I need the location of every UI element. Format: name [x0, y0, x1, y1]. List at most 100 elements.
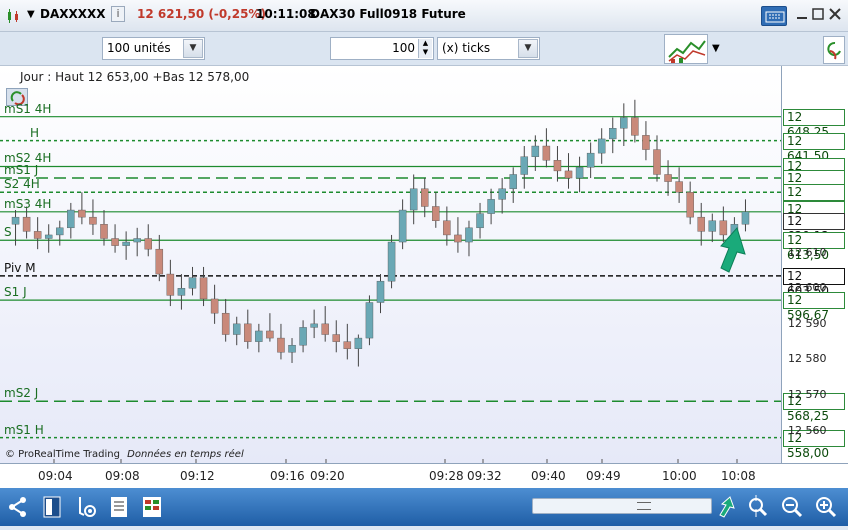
stepper-arrows-icon[interactable]: ▲ ▼	[418, 39, 432, 58]
ticks-stepper[interactable]: 100 ▲ ▼	[330, 37, 434, 60]
time-tick-label: 09:32	[467, 469, 502, 483]
candle-body	[155, 248, 164, 275]
candle-body	[465, 227, 473, 243]
time-tick-label: 09:49	[586, 469, 621, 483]
candle-body	[232, 323, 241, 335]
ticks-value: 100	[392, 41, 415, 55]
candle-body	[100, 224, 108, 239]
candle-body	[443, 220, 451, 236]
symbol-name[interactable]: DAXXXXX	[40, 7, 106, 21]
candle-body	[255, 330, 263, 342]
info-icon[interactable]: i	[111, 6, 125, 22]
last-time: 10:11:08	[256, 7, 316, 21]
candle-body	[22, 216, 31, 232]
candlestick-chart[interactable]	[0, 66, 781, 463]
price-tick-label: 12 560	[788, 423, 827, 437]
keyboard-icon[interactable]	[761, 6, 787, 26]
current-price-tag: 12 620,12	[783, 212, 845, 243]
price-tick-label: 12 600	[788, 281, 827, 295]
price-tag: 12 648,25	[783, 108, 845, 139]
candle-body	[609, 128, 617, 140]
units-select[interactable]: 100 unités ▼	[102, 37, 205, 60]
candle-body	[221, 312, 230, 335]
candle-body	[166, 273, 175, 296]
indicator-dropdown-icon[interactable]: ▼	[712, 43, 720, 54]
candle-body	[675, 181, 683, 193]
time-tick-label: 09:16	[270, 469, 305, 483]
zoom-out-icon[interactable]	[778, 493, 806, 521]
scrollbar-grip-icon[interactable]	[637, 502, 651, 510]
zoom-in-icon[interactable]	[812, 493, 840, 521]
window-layout-icon[interactable]	[38, 493, 66, 521]
minimize-icon[interactable]	[795, 7, 809, 21]
horizontal-scrollbar[interactable]	[532, 498, 712, 514]
ticks-unit-select[interactable]: (x) ticks ▼	[437, 37, 540, 60]
price-chart[interactable]: Jour : Haut 12 653,00 +Bas 12 578,00 mS1…	[0, 66, 781, 463]
candle-body	[586, 152, 595, 168]
level-label: mS1 H	[4, 422, 44, 437]
settings-icon[interactable]	[72, 493, 100, 521]
candle-body	[177, 288, 186, 296]
candle-body	[188, 277, 197, 289]
candle-body	[509, 174, 517, 189]
chevron-down-icon[interactable]: ▼	[518, 39, 538, 58]
candle-body	[642, 135, 650, 150]
candle-body	[741, 211, 750, 225]
share-icon[interactable]	[4, 493, 32, 521]
level-label: S	[4, 225, 12, 240]
time-axis[interactable]: 09:04 09:08 09:12 09:16 09:20 09:28 09:32 09:40…	[0, 463, 848, 488]
candle-body	[332, 334, 341, 342]
close-icon[interactable]	[828, 7, 842, 21]
time-tick-label: 10:08	[721, 469, 756, 483]
realtime-text: Données en temps réel	[127, 449, 244, 460]
candle-body	[531, 145, 540, 157]
candle-body	[454, 234, 462, 243]
candle-body	[78, 209, 86, 218]
chart-sync-icon[interactable]	[823, 36, 845, 64]
candle-body	[67, 209, 75, 229]
candle-body	[56, 227, 64, 236]
candle-body	[321, 323, 329, 335]
candle-body	[398, 209, 407, 243]
time-tick-label: 09:12	[180, 469, 215, 483]
chart-header: Jour : Haut 12 653,00 +Bas 12 578,00	[20, 70, 250, 84]
price-tag: 12 596,67	[783, 292, 845, 322]
candle-body	[476, 213, 484, 229]
time-tick-label: 09:20	[310, 469, 345, 483]
time-tick-label: 09:28	[429, 469, 464, 483]
candle-body	[498, 188, 506, 200]
candle-body	[553, 160, 562, 172]
candle-body	[631, 117, 639, 136]
indicator-chart-icon[interactable]	[664, 34, 708, 64]
instrument-name: DAX30 Full0918 Future	[310, 7, 466, 21]
level-label: S1 J	[4, 285, 27, 300]
candle-body	[288, 344, 296, 353]
candle-body	[686, 192, 694, 218]
symbol-dropdown-icon[interactable]: ▼	[27, 9, 35, 20]
candle-body	[487, 199, 495, 214]
candle-body	[111, 238, 119, 246]
price-tick-label: 12 570	[788, 387, 827, 401]
title-bar: ▼ DAXXXXX i 12 621,50 (-0,25%) 10:11:08 …	[0, 0, 848, 32]
copyright-label: © ProRealTime Trading Données en temps r…	[5, 449, 244, 460]
candle-body	[44, 234, 53, 239]
positions-icon[interactable]	[138, 493, 166, 521]
time-tick-label: 09:40	[531, 469, 566, 483]
candle-body	[199, 277, 208, 300]
autoscale-icon[interactable]	[744, 493, 772, 521]
maximize-icon[interactable]	[811, 7, 825, 21]
candle-body	[343, 341, 352, 349]
candle-body	[520, 156, 529, 175]
up-arrow-icon	[715, 224, 751, 274]
level-label: mS1 4H	[4, 101, 52, 116]
order-book-icon[interactable]	[105, 493, 133, 521]
candle-body	[310, 323, 318, 328]
level-label: H	[30, 125, 40, 140]
candle-body	[299, 327, 307, 346]
last-price: 12 621,50 (-0,25%)	[137, 7, 266, 21]
buy-arrow-icon[interactable]	[714, 493, 742, 521]
bottom-toolbar	[0, 488, 848, 526]
time-tick-label: 10:00	[662, 469, 697, 483]
candle-body	[365, 302, 374, 339]
chevron-down-icon[interactable]: ▼	[183, 39, 203, 58]
